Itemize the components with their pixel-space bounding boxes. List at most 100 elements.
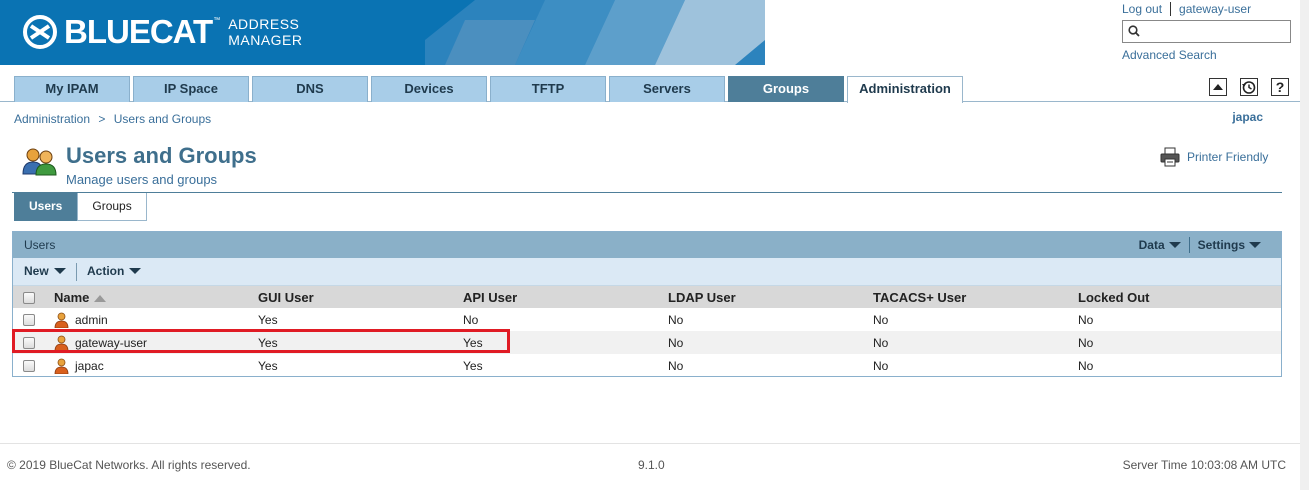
nav-tab-administration[interactable]: Administration (847, 76, 963, 103)
column-name-label: Name (54, 289, 90, 305)
menu-divider (1188, 237, 1190, 253)
user-name-link[interactable]: japac (75, 359, 104, 373)
cell-api-user: Yes (463, 335, 483, 350)
cell-ldap-user: No (668, 335, 684, 350)
users-toolbar: New Action (13, 258, 1281, 286)
cell-gui-user: Yes (258, 335, 278, 350)
nav-tab-groups[interactable]: Groups (728, 76, 844, 102)
logo-trademark: ™ (213, 16, 221, 24)
breadcrumb-separator: > (98, 112, 106, 126)
users-panel: Users Data Settings New Action Name GUI … (12, 231, 1282, 377)
table-row: japac Yes Yes No No No (13, 354, 1281, 377)
banner-decoration (425, 0, 765, 65)
breadcrumb-administration[interactable]: Administration (14, 112, 90, 126)
user-links: Log out gateway-user (1122, 2, 1251, 16)
table-header-row: Name GUI User API User LDAP User TACACS+… (13, 286, 1281, 308)
collapse-icon (1213, 84, 1223, 90)
current-user-link[interactable]: gateway-user (1179, 2, 1251, 16)
breadcrumb-users-and-groups[interactable]: Users and Groups (114, 112, 211, 126)
chevron-down-icon (129, 268, 142, 274)
search-input[interactable] (1143, 21, 1283, 41)
collapse-button[interactable] (1209, 78, 1227, 96)
action-menu[interactable]: Action (87, 264, 142, 278)
data-menu-label: Data (1138, 238, 1165, 252)
users-group-icon (22, 148, 57, 176)
settings-menu[interactable]: Settings (1198, 238, 1261, 252)
cell-tacacs-user: No (873, 358, 889, 373)
search-icon (1128, 25, 1140, 37)
toolbar-divider (76, 263, 77, 281)
logout-link[interactable]: Log out (1122, 2, 1162, 16)
column-header-ldap-user[interactable]: LDAP User (668, 286, 873, 308)
row-checkbox[interactable] (23, 337, 35, 350)
users-table: Name GUI User API User LDAP User TACACS+… (13, 286, 1281, 377)
new-menu-label: New (24, 264, 49, 278)
subtab-groups[interactable]: Groups (77, 193, 147, 221)
nav-tab-tftp[interactable]: TFTP (490, 76, 606, 102)
title-divider (12, 192, 1282, 193)
logo-sub-line1: ADDRESS (228, 16, 300, 32)
cell-ldap-user: No (668, 312, 684, 327)
cell-gui-user: Yes (258, 358, 278, 373)
new-menu[interactable]: New (24, 264, 66, 278)
copyright-text: © 2019 BlueCat Networks. All rights rese… (7, 458, 251, 472)
nav-tab-servers[interactable]: Servers (609, 76, 725, 102)
subtab-users[interactable]: Users (14, 193, 78, 221)
nav-tab-dns[interactable]: DNS (252, 76, 368, 102)
row-checkbox[interactable] (23, 360, 35, 373)
history-icon (1242, 81, 1256, 94)
table-row: admin Yes No No No No (13, 308, 1281, 331)
history-button[interactable] (1240, 78, 1258, 96)
svg-text:?: ? (1276, 79, 1285, 95)
bluecat-logo[interactable]: BLUECAT ™ ADDRESS MANAGER (22, 14, 303, 50)
footer-divider (0, 443, 1300, 444)
cell-gui-user: Yes (258, 312, 278, 327)
data-menu[interactable]: Data (1139, 238, 1181, 252)
cell-locked-out: No (1078, 312, 1094, 327)
version-text: 9.1.0 (638, 458, 665, 472)
table-row: gateway-user Yes Yes No No No (13, 331, 1281, 354)
printer-friendly-link[interactable]: Printer Friendly (1160, 147, 1268, 167)
main-nav: My IPAM IP Space DNS Devices TFTP Server… (0, 75, 1300, 103)
sort-ascending-icon (94, 294, 107, 302)
header-banner: BLUECAT ™ ADDRESS MANAGER (0, 0, 765, 65)
cell-tacacs-user: No (873, 312, 889, 327)
printer-friendly-label: Printer Friendly (1187, 150, 1269, 164)
cell-locked-out: No (1078, 335, 1094, 350)
advanced-search-link[interactable]: Advanced Search (1122, 48, 1217, 62)
nav-tab-ip-space[interactable]: IP Space (133, 76, 249, 102)
nav-tab-my-ipam[interactable]: My IPAM (14, 76, 130, 102)
breadcrumb: Administration > Users and Groups (14, 112, 216, 126)
logo-sub-line2: MANAGER (228, 32, 303, 48)
user-name-link[interactable]: admin (75, 313, 108, 327)
row-checkbox[interactable] (23, 314, 35, 327)
page-edge (1300, 0, 1309, 490)
column-header-tacacs-user[interactable]: TACACS+ User (873, 286, 1078, 308)
session-user-link[interactable]: japac (1232, 110, 1263, 124)
cell-api-user: Yes (463, 358, 483, 373)
cell-api-user: No (463, 312, 479, 327)
search-field[interactable] (1122, 20, 1291, 43)
column-header-api-user[interactable]: API User (463, 286, 668, 308)
settings-menu-label: Settings (1197, 238, 1245, 252)
column-header-name[interactable]: Name (54, 286, 258, 308)
logo-wordmark: BLUECAT (64, 13, 213, 50)
subtabs: Users Groups (14, 193, 147, 221)
page-title: Users and Groups (66, 143, 257, 168)
printer-icon (1160, 147, 1180, 167)
nav-tab-devices[interactable]: Devices (371, 76, 487, 102)
user-icon (54, 358, 69, 374)
chevron-down-icon (53, 268, 66, 274)
chevron-down-icon (1249, 242, 1261, 248)
page-subtitle: Manage users and groups (66, 172, 218, 187)
column-header-gui-user[interactable]: GUI User (258, 286, 463, 308)
link-divider (1170, 2, 1172, 16)
panel-title: Users (24, 238, 56, 252)
user-name-link[interactable]: gateway-user (75, 336, 147, 350)
column-header-locked-out[interactable]: Locked Out (1078, 286, 1281, 308)
cell-locked-out: No (1078, 358, 1094, 373)
select-all-checkbox[interactable] (23, 292, 35, 305)
user-icon (54, 312, 69, 328)
help-button[interactable]: ? (1271, 78, 1289, 96)
bluecat-logo-icon (23, 15, 57, 49)
